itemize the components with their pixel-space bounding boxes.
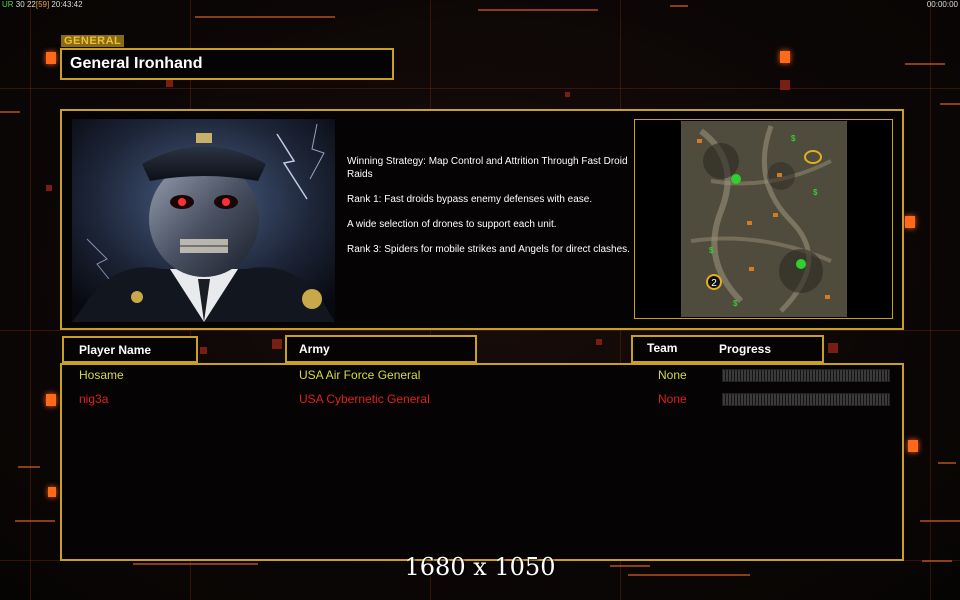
- debug-prefix: UR: [2, 0, 14, 9]
- portrait-image: [72, 119, 335, 322]
- player-name: Hosame: [79, 368, 124, 382]
- minimap-player-marker: 2: [711, 278, 717, 289]
- general-name: General Ironhand: [70, 55, 203, 72]
- player-progress-bar: [722, 393, 890, 406]
- debug-fps: 22: [26, 0, 36, 9]
- army-header: Army: [285, 335, 477, 363]
- progress-header-label: Progress: [719, 342, 772, 356]
- team-header-label: Team: [647, 341, 678, 355]
- general-info-panel: Winning Strategy: Map Control and Attrit…: [60, 109, 904, 330]
- minimap: 2 $ $ $ $: [634, 119, 893, 319]
- strategy-line: Winning Strategy: Map Control and Attrit…: [347, 156, 628, 180]
- game-timer: 00:00:00: [926, 0, 958, 9]
- team-progress-header: Team Progress: [631, 335, 824, 363]
- player-list: Hosame USA Air Force General None nig3a …: [60, 363, 904, 561]
- minimap-supply-icon: $: [791, 134, 796, 143]
- minimap-supply-icon: $: [709, 246, 714, 255]
- player-name-header-label: Player Name: [79, 343, 152, 357]
- general-portrait: [72, 119, 335, 322]
- debug-fps-max: [59]: [35, 0, 50, 9]
- minimap-image: 2 $ $ $ $: [681, 121, 847, 317]
- strategy-text: Winning Strategy: Map Control and Attrit…: [347, 155, 637, 268]
- status-bar: UR 30 22[59] 20:43:42 00:00:00: [0, 0, 960, 9]
- minimap-supply-icon: $: [733, 299, 738, 308]
- player-team: None: [658, 368, 687, 382]
- player-army: USA Air Force General: [299, 368, 421, 382]
- player-team: None: [658, 392, 687, 406]
- strategy-line: Rank 1: Fast droids bypass enemy defense…: [347, 194, 593, 205]
- player-name: nig3a: [79, 392, 109, 406]
- player-name-header: Player Name: [62, 336, 198, 363]
- debug-clock: 20:43:42: [51, 0, 83, 9]
- strategy-line: Rank 3: Spiders for mobile strikes and A…: [347, 244, 630, 255]
- resolution-watermark: 1680 x 1050: [404, 553, 556, 581]
- army-header-label: Army: [299, 342, 330, 356]
- player-row: Hosame USA Air Force General None: [62, 366, 902, 384]
- debug-count: 30: [15, 0, 25, 9]
- debug-readout: UR 30 22[59] 20:43:42: [2, 0, 83, 9]
- minimap-supply-icon: $: [813, 188, 818, 197]
- general-name-box: General Ironhand: [60, 48, 394, 80]
- player-progress-bar: [722, 369, 890, 382]
- strategy-line: A wide selection of drones to support ea…: [347, 219, 557, 230]
- player-row: nig3a USA Cybernetic General None: [62, 390, 902, 408]
- player-army: USA Cybernetic General: [299, 392, 430, 406]
- loading-screen: UR 30 22[59] 20:43:42 00:00:00 GENERAL G…: [0, 0, 960, 600]
- general-tag: GENERAL: [61, 35, 125, 47]
- minimap-terrain: 2 $ $ $ $: [681, 121, 847, 317]
